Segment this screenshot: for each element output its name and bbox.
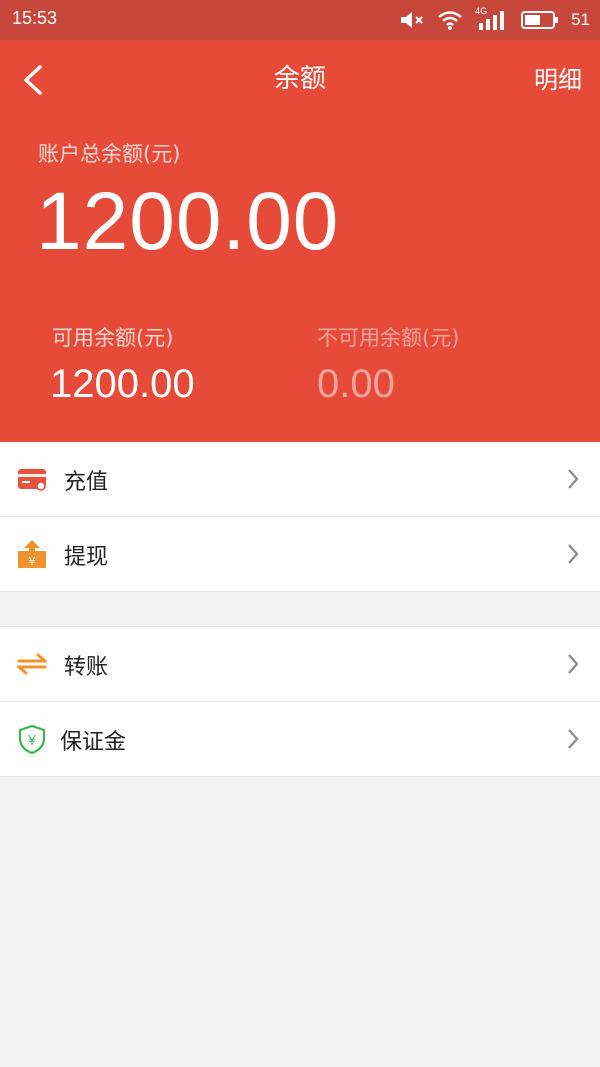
status-icons: 4G 51 bbox=[399, 6, 590, 34]
battery-icon bbox=[521, 11, 559, 29]
detail-link[interactable]: 明细 bbox=[534, 60, 582, 95]
transfer-icon bbox=[17, 653, 47, 675]
total-balance-label: 账户总余额(元) bbox=[38, 142, 181, 166]
menu-item-label: 提现 bbox=[64, 545, 109, 570]
svg-text:¥: ¥ bbox=[28, 734, 36, 749]
status-bar: 15:53 4G 51 bbox=[0, 0, 600, 40]
card-icon bbox=[18, 469, 46, 491]
available-balance-label: 可用余额(元) bbox=[52, 326, 174, 350]
unavailable-balance-value: 0.00 bbox=[317, 362, 395, 406]
menu-item-withdraw[interactable]: ¥ 提现 bbox=[0, 517, 600, 592]
chevron-right-icon bbox=[568, 729, 579, 749]
chevron-right-icon bbox=[568, 654, 579, 674]
shield-icon: ¥ bbox=[18, 724, 46, 754]
wifi-icon bbox=[438, 11, 462, 30]
menu-group-funds: 充值 ¥ 提现 bbox=[0, 442, 600, 592]
menu-group-other: 转账 ¥ 保证金 bbox=[0, 626, 600, 777]
menu-item-label: 保证金 bbox=[60, 730, 127, 755]
svg-text:¥: ¥ bbox=[29, 555, 36, 568]
chevron-right-icon bbox=[568, 469, 579, 489]
menu-item-deposit[interactable]: ¥ 保证金 bbox=[0, 702, 600, 777]
menu-item-label: 转账 bbox=[64, 655, 109, 680]
status-time: 15:53 bbox=[12, 8, 58, 28]
total-balance-value: 1200.00 bbox=[36, 176, 340, 267]
page-title: 余额 bbox=[273, 64, 326, 94]
menu-item-transfer[interactable]: 转账 bbox=[0, 627, 600, 702]
unavailable-balance-label: 不可用余额(元) bbox=[317, 326, 460, 350]
battery-level: 51 bbox=[571, 10, 590, 29]
signal-icon: 4G bbox=[475, 6, 509, 31]
available-balance-value: 1200.00 bbox=[50, 362, 195, 406]
menu-item-recharge[interactable]: 充值 bbox=[0, 442, 600, 517]
balance-header: 余额 明细 账户总余额(元) 1200.00 可用余额(元) 1200.00 不… bbox=[0, 40, 600, 442]
withdraw-icon: ¥ bbox=[18, 540, 46, 568]
mute-icon bbox=[401, 12, 423, 28]
menu-item-label: 充值 bbox=[64, 470, 109, 495]
chevron-right-icon bbox=[568, 544, 579, 564]
